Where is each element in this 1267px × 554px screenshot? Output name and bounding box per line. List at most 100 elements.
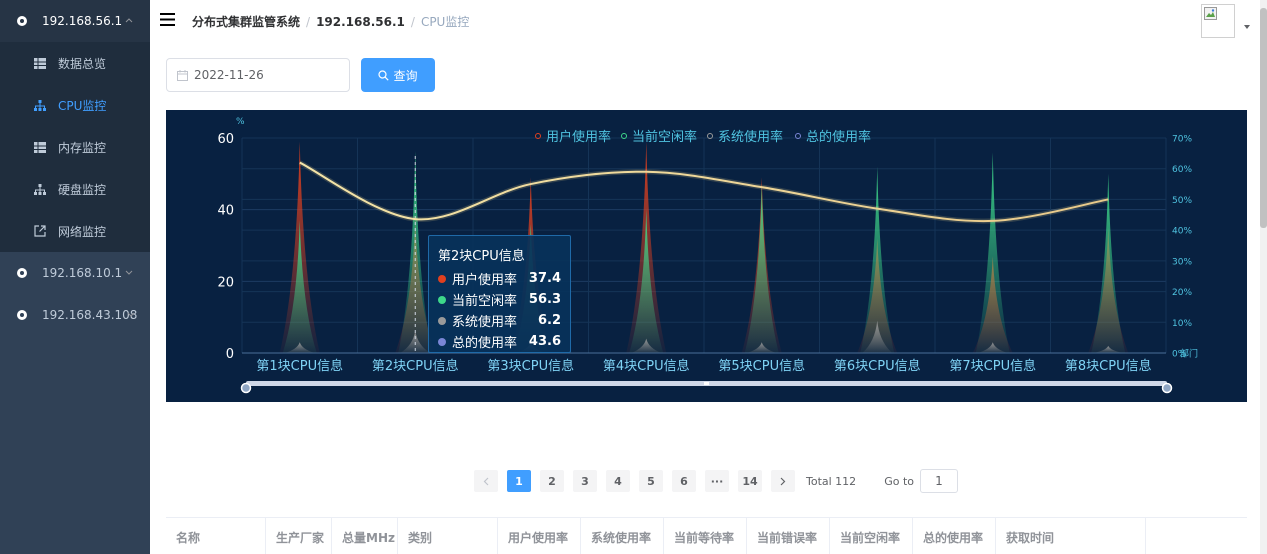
series-dot [438, 295, 446, 304]
tree-icon [34, 99, 46, 111]
chart-tooltip: 第2块CPU信息 用户使用率 37.4 当前空闲率 56.3 系统使用率 6.2 总的… [428, 235, 571, 353]
query-button-label: 查询 [393, 68, 418, 83]
y-right-tick-label: 20% [1172, 288, 1192, 298]
column-header[interactable]: 名称 [166, 517, 266, 554]
host-menu-192-168-43-108[interactable]: 192.168.43.108 [0, 294, 150, 336]
gear-icon [16, 309, 28, 321]
chart-canvas: 02040600%10%20%30%40%50%60%70%%部门第1块CPU信… [217, 117, 1198, 394]
page-button[interactable]: 14 [738, 470, 762, 492]
breadcrumb-item-system[interactable]: 分布式集群监管系统 [192, 15, 300, 29]
breadcrumb-item-host[interactable]: 192.168.56.1 [316, 15, 405, 29]
external-link-icon [34, 225, 46, 237]
legend-label: 用户使用率 [546, 129, 611, 145]
y-right-tick-label: 10% [1172, 319, 1192, 329]
column-header[interactable]: 类别 [398, 517, 498, 554]
host-label: 192.168.43.108 [42, 308, 138, 322]
page-button[interactable]: 6 [672, 470, 696, 492]
host-menu-192-168-56-1[interactable]: 192.168.56.1 [0, 0, 150, 42]
broken-image-icon [1204, 7, 1217, 20]
breadcrumb-separator: / [306, 15, 311, 29]
column-header[interactable]: 系统使用率 [581, 517, 664, 554]
table-icon [34, 57, 46, 69]
page-button[interactable]: 3 [573, 470, 597, 492]
sidebar-item-disk[interactable]: 硬盘监控 [0, 168, 150, 210]
column-header[interactable]: 当前错误率 [747, 517, 830, 554]
sidebar-item-label: CPU监控 [58, 98, 107, 113]
y-right-tick-label: 30% [1172, 257, 1192, 267]
breadcrumb: 分布式集群监管系统 / 192.168.56.1 / CPU监控 [192, 13, 469, 30]
sidebar-item-cpu[interactable]: CPU监控 [0, 84, 150, 126]
more-pages-button[interactable]: ··· [705, 470, 729, 492]
calendar-icon [177, 69, 188, 81]
page-scrollbar[interactable] [1260, 0, 1267, 554]
prev-page-button[interactable] [474, 470, 498, 492]
chevron-up-icon [125, 18, 133, 23]
chevron-down-icon [125, 270, 133, 275]
column-header[interactable]: 用户使用率 [498, 517, 581, 554]
sidebar-item-memory[interactable]: 内存监控 [0, 126, 150, 168]
y-tick-label: 0 [226, 347, 234, 362]
caret-down-icon[interactable] [1243, 24, 1251, 30]
column-header[interactable]: 当前空闲率 [830, 517, 913, 554]
host-menu-192-168-10-1[interactable]: 192.168.10.1 [0, 252, 150, 294]
chevron-right-icon [780, 477, 786, 485]
tooltip-row: 当前空闲率 56.3 [438, 289, 561, 310]
tooltip-row: 系统使用率 6.2 [438, 310, 561, 331]
column-header[interactable]: 当前等待率 [664, 517, 747, 554]
pagination-goto-label: Go to [884, 474, 914, 488]
y-unit-label: % [236, 117, 245, 127]
tooltip-row: 总的使用率 43.6 [438, 331, 561, 352]
sidebar-item-network[interactable]: 网络监控 [0, 210, 150, 252]
tooltip-label: 总的使用率 [452, 336, 518, 351]
zoom-handle-right [1161, 382, 1173, 394]
x-tick-label: 第3块CPU信息 [487, 358, 574, 374]
next-page-button[interactable] [771, 470, 795, 492]
host-label: 192.168.10.1 [42, 266, 123, 280]
column-header[interactable]: 生产厂家 [266, 517, 332, 554]
avatar[interactable] [1201, 4, 1235, 38]
search-icon [378, 69, 390, 81]
hamburger-icon[interactable] [160, 13, 175, 26]
series-dot [438, 274, 446, 283]
page-button[interactable]: 2 [540, 470, 564, 492]
table-header: 名称 生产厂家 总量MHz 类别 用户使用率 系统使用率 当前等待率 当前错误率… [166, 517, 1247, 554]
navbar: 分布式集群监管系统 / 192.168.56.1 / CPU监控 [150, 0, 1267, 42]
cpu-chart: 0 20 40 60 0% 10% 20% 30% 40% 50% 60% 70%% 部门 第1块CPU信… [166, 110, 1247, 402]
date-value: 2022-11-26 [194, 68, 264, 82]
y-tick-label: 40 [217, 204, 234, 219]
gear-icon [16, 15, 28, 27]
date-picker[interactable]: 2022-11-26 [166, 58, 350, 92]
pagination: 1 2 3 4 5 6 ··· 14 Total 112 Go to 1 [474, 469, 958, 493]
zoom-slider-grip [704, 382, 709, 385]
tooltip-label: 用户使用率 [452, 273, 518, 288]
x-tick-label: 第6块CPU信息 [834, 358, 921, 374]
sidebar-item-overview[interactable]: 数据总览 [0, 42, 150, 84]
x-tick-label: 第8块CPU信息 [1065, 358, 1152, 374]
column-header-empty [1146, 518, 1247, 554]
sidebar-item-label: 网络监控 [58, 224, 107, 239]
tooltip-value: 43.6 [528, 334, 561, 349]
column-header[interactable]: 总量MHz [332, 517, 398, 554]
page-button[interactable]: 4 [606, 470, 630, 492]
y-right-tick-label: 60% [1172, 165, 1192, 175]
legend-label: 系统使用率 [718, 129, 783, 145]
series-dot [438, 337, 446, 346]
x-tick-label: 第5块CPU信息 [718, 358, 805, 374]
page-button[interactable]: 5 [639, 470, 663, 492]
page-button[interactable]: 1 [507, 470, 531, 492]
tooltip-label: 当前空闲率 [452, 294, 518, 309]
gear-icon [16, 267, 28, 279]
y-tick-label: 20 [217, 275, 234, 290]
breadcrumb-item-current: CPU监控 [420, 15, 470, 29]
column-header[interactable]: 获取时间 [996, 517, 1146, 554]
scrollbar-thumb[interactable] [1260, 8, 1267, 228]
host-label: 192.168.56.1 [42, 14, 123, 28]
host-submenu: 数据总览 CPU监控 内存监控 硬盘监控 网络监控 [0, 42, 150, 252]
pagination-total: Total 112 [806, 474, 857, 488]
column-header[interactable]: 总的使用率 [913, 517, 996, 554]
query-button[interactable]: 查询 [361, 58, 435, 92]
chevron-left-icon [483, 477, 489, 485]
x-tick-label: 第1块CPU信息 [256, 358, 343, 374]
x-tick-label: 第7块CPU信息 [949, 358, 1036, 374]
goto-page-input[interactable]: 1 [919, 469, 958, 493]
